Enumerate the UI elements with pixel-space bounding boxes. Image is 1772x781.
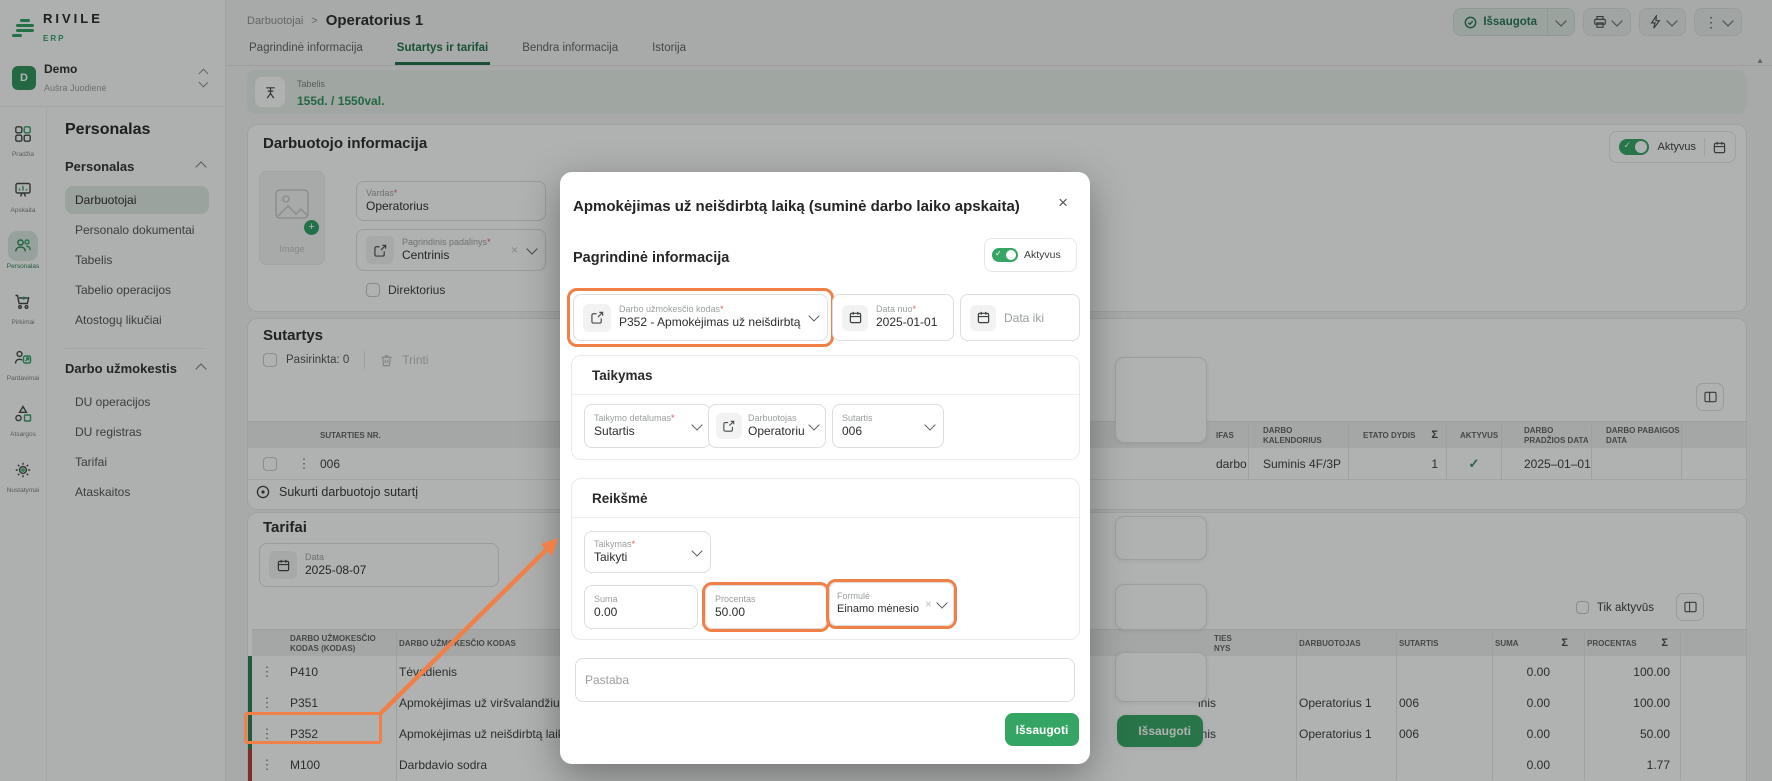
- formule-field[interactable]: Formulė Einamo mėnesio vidur ×: [829, 582, 954, 626]
- dialog-active-toggle-group: ✓ Aktyvus: [984, 238, 1077, 272]
- app-screen: RIVILE ERP D Demo Aušra Juodienė: [0, 0, 1772, 781]
- close-icon[interactable]: ×: [1058, 194, 1068, 211]
- external-link-icon[interactable]: [716, 413, 742, 439]
- clear-icon[interactable]: ×: [925, 597, 932, 611]
- chevron-down-icon[interactable]: [808, 310, 819, 321]
- darbo-uzmokescio-kodas-field[interactable]: Darbo užmokesčio kodas* P352 - Apmokėjim…: [573, 294, 828, 341]
- procentas-field[interactable]: Procentas 50.00: [705, 585, 827, 629]
- taikymo-detalumas-field[interactable]: Taikymo detalumas* Sutartis: [584, 404, 711, 448]
- pastaba-placeholder: Pastaba: [585, 673, 629, 687]
- chevron-down-icon[interactable]: [924, 419, 935, 430]
- data-nuo-field[interactable]: Data nuo* 2025-01-01: [832, 294, 954, 341]
- save-button[interactable]: Išsaugoti: [1005, 713, 1079, 746]
- darbuotojas-field[interactable]: Darbuotojas Operatorius 1: [708, 404, 826, 448]
- calendar-icon[interactable]: [970, 305, 996, 331]
- chevron-down-icon[interactable]: [691, 419, 702, 430]
- active-toggle[interactable]: ✓: [992, 248, 1018, 262]
- dialog-section-main: Pagrindinė informacija: [573, 250, 729, 266]
- suma-field[interactable]: Suma 0.00: [584, 585, 698, 629]
- data-iki-placeholder: Data iki: [1004, 311, 1044, 325]
- taikymas-field[interactable]: Taikymas* Taikyti: [584, 531, 711, 573]
- external-link-icon[interactable]: [583, 304, 611, 332]
- reiksme-title: Reikšmė: [592, 491, 648, 506]
- pastaba-field[interactable]: Pastaba: [575, 658, 1075, 702]
- reiksme-section: Reikšmė Taikymas* Taikyti Suma 0.00 Proc…: [571, 478, 1080, 640]
- taikymas-title: Taikymas: [592, 368, 653, 383]
- sutartis-field[interactable]: Sutartis 006: [832, 404, 944, 448]
- taikymas-section: Taikymas Taikymo detalumas* Sutartis Dar…: [571, 355, 1080, 460]
- chevron-down-icon[interactable]: [691, 545, 702, 556]
- dialog-title: Apmokėjimas už neišdirbtą laiką (suminė …: [573, 198, 1053, 215]
- tarifo-dialog: Apmokėjimas už neišdirbtą laiką (suminė …: [560, 172, 1090, 764]
- chevron-down-icon[interactable]: [936, 597, 947, 608]
- active-label: Aktyvus: [1024, 249, 1061, 261]
- chevron-down-icon[interactable]: [808, 419, 819, 430]
- data-iki-field[interactable]: Data iki: [960, 294, 1080, 341]
- calendar-icon[interactable]: [842, 305, 868, 331]
